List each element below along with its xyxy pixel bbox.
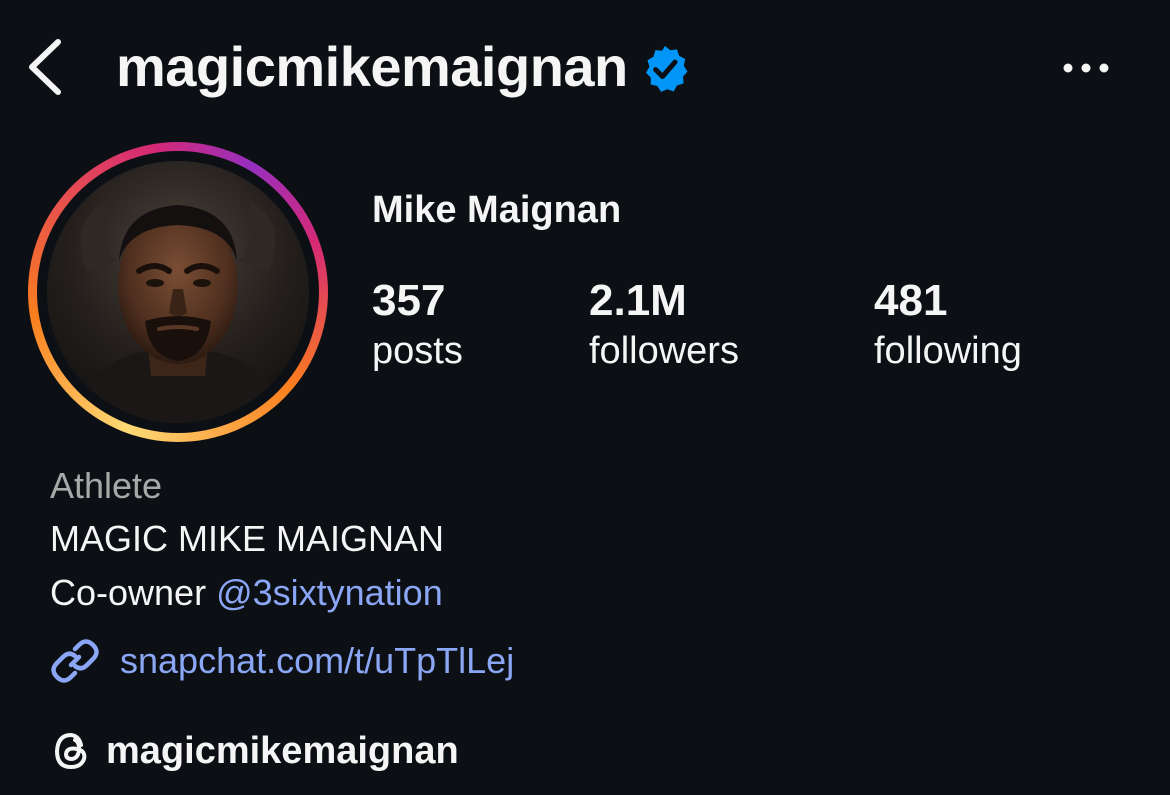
mention-link[interactable]: @3sixtynation: [216, 572, 443, 613]
stat-following[interactable]: 481 following: [874, 276, 1022, 376]
more-options-button[interactable]: [1058, 50, 1114, 86]
threads-badge[interactable]: magicmikemaignan: [48, 726, 459, 776]
link-text: snapchat.com/t/uTpTlLej: [120, 640, 515, 681]
stat-posts[interactable]: 357 posts: [372, 276, 463, 376]
avatar-story-ring[interactable]: [28, 142, 328, 442]
link-icon: [51, 639, 99, 683]
bio-line-1: MAGIC MIKE MAIGNAN: [50, 518, 445, 559]
threads-icon: [55, 733, 87, 769]
bio-line-2-prefix: Co-owner: [50, 572, 217, 613]
avatar: [47, 161, 309, 423]
posts-label: posts: [372, 330, 463, 372]
bio-section: Athlete MAGIC MIKE MAIGNAN Co-owner @3si…: [50, 460, 1130, 620]
chevron-left-icon: [29, 39, 61, 95]
username-text: magicmikemaignan: [116, 35, 628, 98]
stat-followers[interactable]: 2.1M followers: [589, 276, 739, 376]
back-button[interactable]: [20, 36, 70, 98]
threads-handle: magicmikemaignan: [106, 730, 459, 772]
avatar-portrait: [47, 161, 309, 423]
header-username: magicmikemaignan: [116, 34, 690, 100]
display-name: Mike Maignan: [372, 189, 622, 231]
following-label: following: [874, 330, 1022, 372]
followers-count: 2.1M: [589, 276, 687, 325]
verified-badge-icon: [645, 45, 688, 92]
more-horizontal-icon: [1063, 63, 1109, 73]
profile-header: magicmikemaignan: [0, 0, 1170, 140]
bio-line-2: Co-owner @3sixtynation: [50, 566, 1130, 620]
external-link[interactable]: snapchat.com/t/uTpTlLej: [50, 636, 514, 686]
posts-count: 357: [372, 276, 446, 325]
category-label: Athlete: [50, 465, 163, 506]
following-count: 481: [874, 276, 948, 325]
followers-label: followers: [589, 330, 739, 372]
